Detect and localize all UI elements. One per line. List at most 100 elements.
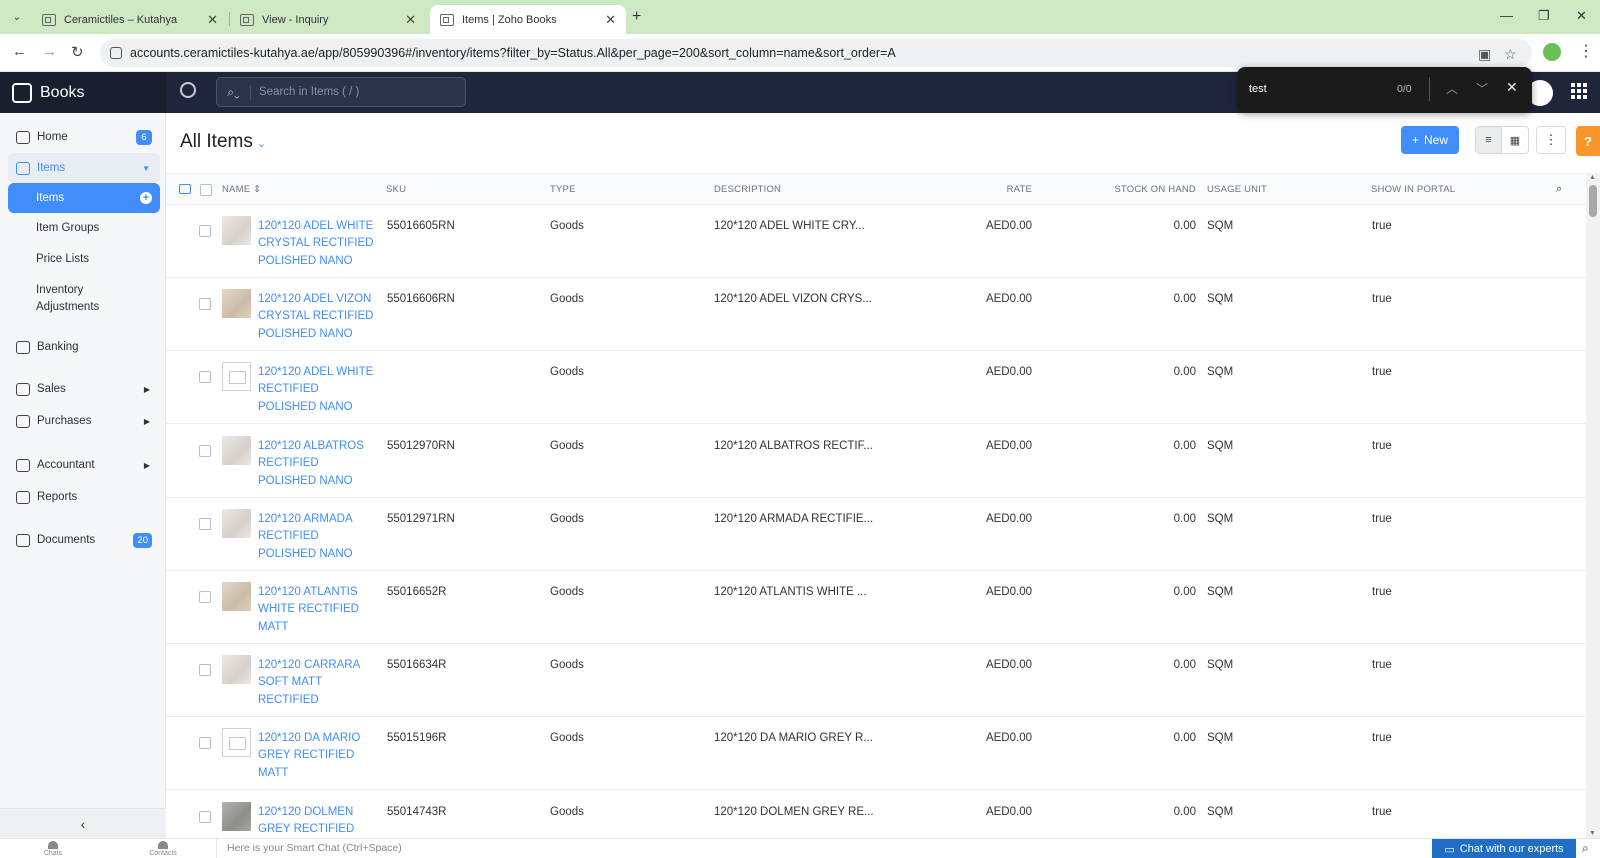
row-checkbox[interactable] — [199, 445, 211, 457]
sidebar-item-label: Home — [37, 131, 68, 143]
item-name-link[interactable]: 120*120 ALBATROS RECTIFIED POLISHED NANO — [258, 438, 376, 490]
item-name-link[interactable]: 120*120 ADEL WHITE RECTIFIED POLISHED NA… — [258, 364, 376, 416]
row-checkbox[interactable] — [199, 518, 211, 530]
contacts-button[interactable]: Contacts — [148, 841, 178, 857]
table-row[interactable]: 120*120 ADEL VIZON CRYSTAL RECTIFIED POL… — [166, 278, 1586, 351]
item-sku: 55016634R — [387, 659, 447, 671]
column-header-stock-on-hand[interactable]: STOCK ON HAND — [1066, 184, 1196, 195]
table-row[interactable]: 120*120 ADEL WHITE RECTIFIED POLISHED NA… — [166, 351, 1586, 424]
table-row[interactable]: 120*120 ALBATROS RECTIFIED POLISHED NANO… — [166, 425, 1586, 498]
sidebar-item-purchases[interactable]: Purchases ▶ — [8, 406, 160, 436]
sidebar-subitem-item-groups[interactable]: Item Groups — [8, 220, 160, 237]
app-launcher-icon[interactable] — [1571, 83, 1587, 99]
item-name-link[interactable]: 120*120 ARMADA RECTIFIED POLISHED NANO — [258, 511, 376, 563]
table-row[interactable]: 120*120 ADEL WHITE CRYSTAL RECTIFIED POL… — [166, 205, 1586, 278]
chat-with-experts-button[interactable]: ▭ Chat with our experts — [1432, 839, 1576, 858]
bottom-search-icon[interactable]: ⌕ — [1582, 841, 1589, 856]
browser-tab-active[interactable]: Items | Zoho Books ✕ — [430, 5, 626, 34]
window-close-icon[interactable]: ✕ — [1576, 8, 1587, 24]
column-header-usage-unit[interactable]: USAGE UNIT — [1207, 184, 1267, 195]
item-name-link[interactable]: 120*120 ATLANTIS WHITE RECTIFIED MATT — [258, 584, 376, 636]
row-checkbox[interactable] — [199, 298, 211, 310]
grid-view-icon[interactable]: ▦ — [1502, 127, 1528, 153]
column-header-show-in-portal[interactable]: SHOW IN PORTAL — [1371, 184, 1455, 195]
new-tab-icon[interactable]: + — [632, 8, 641, 26]
more-options-button[interactable]: ⋮ — [1536, 126, 1566, 154]
sidebar-item-banking[interactable]: Banking — [8, 332, 160, 362]
sidebar-item-sales[interactable]: Sales ▶ — [8, 374, 160, 404]
new-item-button[interactable]: + New — [1401, 126, 1459, 154]
add-item-icon[interactable]: + — [140, 192, 152, 204]
bookmark-star-icon[interactable]: ☆ — [1504, 46, 1517, 63]
row-checkbox[interactable] — [199, 737, 211, 749]
page-action-icon[interactable]: ▣ — [1478, 46, 1491, 63]
sidebar-item-accountant[interactable]: Accountant ▶ — [8, 450, 160, 480]
page-title[interactable]: All Items ⌄ — [180, 131, 266, 153]
chats-button[interactable]: Chats — [38, 841, 68, 857]
address-bar[interactable]: accounts.ceramictiles-kutahya.ae/app/805… — [100, 39, 1532, 67]
column-header-type[interactable]: TYPE — [550, 184, 576, 195]
row-checkbox[interactable] — [199, 811, 211, 823]
column-header-description[interactable]: DESCRIPTION — [714, 184, 781, 195]
column-header-sku[interactable]: SKU — [386, 184, 406, 195]
help-button[interactable]: ? — [1576, 126, 1600, 156]
minimize-icon[interactable]: — — [1500, 8, 1513, 23]
column-settings-icon[interactable] — [179, 184, 191, 194]
find-previous-icon[interactable]: ︿ — [1446, 80, 1458, 97]
table-row[interactable]: 120*120 ATLANTIS WHITE RECTIFIED MATT 550… — [166, 571, 1586, 644]
scroll-down-icon[interactable]: ▼ — [1589, 830, 1596, 837]
table-row[interactable]: 120*120 CARRARA SOFT MATT RECTIFIED 55016… — [166, 644, 1586, 717]
row-checkbox[interactable] — [199, 664, 211, 676]
sidebar-subitem-items[interactable]: Items + — [8, 183, 160, 213]
forward-icon[interactable]: → — [42, 43, 57, 60]
column-header-rate[interactable]: RATE — [946, 184, 1032, 195]
find-next-icon[interactable]: ﹀ — [1476, 80, 1488, 97]
close-tab-icon[interactable]: ✕ — [405, 12, 416, 28]
tab-search-chevron-icon[interactable]: ⌄ — [6, 6, 28, 28]
close-tab-icon[interactable]: ✕ — [605, 12, 616, 28]
select-all-checkbox[interactable] — [200, 184, 212, 196]
row-checkbox[interactable] — [199, 371, 211, 383]
column-header-name[interactable]: NAME ⇕ — [222, 184, 261, 195]
recent-history-icon[interactable] — [180, 82, 196, 98]
profile-icon[interactable] — [1543, 43, 1561, 61]
table-row[interactable]: 120*120 DA MARIO GREY RECTIFIED MATT 5501… — [166, 717, 1586, 790]
item-name-link[interactable]: 120*120 CARRARA SOFT MATT RECTIFIED — [258, 657, 376, 709]
item-stock-on-hand: 0.00 — [1173, 220, 1196, 232]
reload-icon[interactable]: ↻ — [71, 43, 84, 61]
item-name-link[interactable]: 120*120 DOLMEN GREY RECTIFIED — [258, 804, 376, 839]
browser-tab[interactable]: View - Inquiry ✕ — [230, 5, 426, 34]
search-icon[interactable]: ⌕⌄ — [217, 84, 251, 100]
table-search-icon[interactable]: ⌕ — [1556, 183, 1562, 196]
sidebar-item-documents[interactable]: Documents 20 — [8, 525, 160, 555]
scrollbar[interactable]: ▲ ▼ — [1586, 173, 1600, 838]
sidebar-subitem-price-lists[interactable]: Price Lists — [8, 251, 160, 268]
close-tab-icon[interactable]: ✕ — [207, 12, 218, 28]
scrollbar-thumb[interactable] — [1589, 185, 1597, 217]
sidebar-subitem-inventory-adjustments[interactable]: Inventory Adjustments — [8, 282, 160, 316]
site-info-icon[interactable] — [110, 47, 122, 59]
scroll-up-icon[interactable]: ▲ — [1589, 174, 1596, 181]
browser-tab[interactable]: Ceramictiles – Kutahya ✕ — [32, 5, 228, 34]
restore-icon[interactable]: ❐ — [1538, 8, 1550, 24]
find-close-icon[interactable]: ✕ — [1506, 79, 1518, 96]
item-name-link[interactable]: 120*120 ADEL WHITE CRYSTAL RECTIFIED POL… — [258, 218, 376, 270]
row-checkbox[interactable] — [199, 591, 211, 603]
list-view-icon[interactable]: ≡ — [1476, 127, 1503, 153]
items-search-input[interactable]: ⌕⌄ Search in Items ( / ) — [216, 77, 466, 107]
smart-chat-input[interactable]: Here is your Smart Chat (Ctrl+Space) — [216, 839, 1426, 858]
item-name-link[interactable]: 120*120 DA MARIO GREY RECTIFIED MATT — [258, 730, 376, 782]
smart-chat-placeholder: Here is your Smart Chat (Ctrl+Space) — [227, 842, 402, 854]
brand-logo[interactable]: Books — [0, 72, 166, 113]
item-name-link[interactable]: 120*120 ADEL VIZON CRYSTAL RECTIFIED POL… — [258, 291, 376, 343]
table-row[interactable]: 120*120 ARMADA RECTIFIED POLISHED NANO 55… — [166, 498, 1586, 571]
item-show-in-portal: true — [1372, 513, 1392, 525]
row-checkbox[interactable] — [199, 225, 211, 237]
sidebar-item-home[interactable]: Home 6 — [8, 122, 160, 152]
back-icon[interactable]: ← — [12, 43, 27, 60]
sidebar-item-reports[interactable]: Reports — [8, 482, 160, 512]
collapse-sidebar-button[interactable]: ‹ — [0, 808, 166, 838]
find-input[interactable]: test — [1249, 83, 1267, 95]
browser-menu-icon[interactable]: ⋮ — [1578, 41, 1594, 61]
sidebar-item-items[interactable]: Items ▼ — [8, 153, 160, 183]
